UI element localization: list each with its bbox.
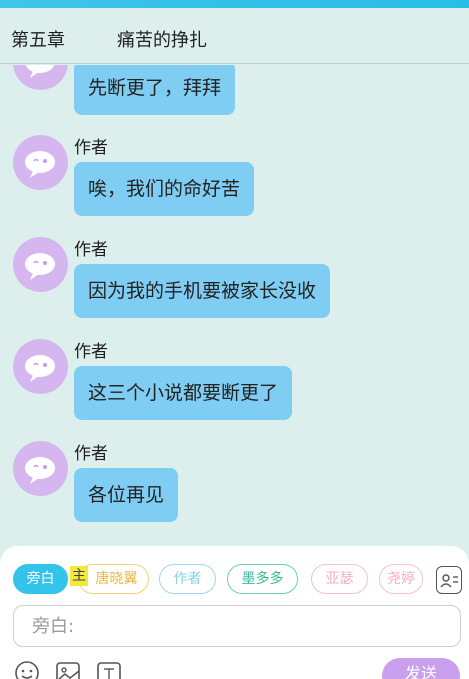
character-chip-tang[interactable]: 唐晓翼: [78, 564, 149, 594]
message-bubble[interactable]: 各位再见: [74, 468, 179, 522]
chat-bubble-avatar-icon: [25, 151, 55, 178]
author-avatar[interactable]: [13, 135, 68, 190]
author-avatar[interactable]: [13, 237, 68, 292]
emoji-button[interactable]: [14, 660, 40, 679]
message-bubble[interactable]: 因为我的手机要被家长没收: [74, 264, 331, 318]
author-avatar[interactable]: [13, 441, 68, 496]
contact-card-button[interactable]: [436, 566, 462, 594]
author-name: 作者: [74, 444, 108, 464]
author-name: 作者: [74, 342, 108, 362]
character-chip-yao[interactable]: 尧婷: [379, 564, 423, 594]
message-bubble[interactable]: 这三个小说都要断更了: [74, 366, 293, 420]
chat-bubble-avatar-icon: [25, 65, 55, 78]
character-chip-ya[interactable]: 亚瑟: [311, 564, 368, 594]
tag-button[interactable]: [96, 660, 122, 679]
chapter-title[interactable]: 痛苦的挣扎: [117, 26, 207, 52]
chat-bubble-avatar-icon: [25, 457, 55, 484]
character-chip-narration[interactable]: 旁白: [13, 564, 68, 594]
host-tag: 主: [70, 566, 88, 586]
chat-bubble-avatar-icon: [25, 253, 55, 280]
chapter-header: 第五章 痛苦的挣扎: [0, 8, 469, 64]
author-avatar[interactable]: [13, 65, 68, 90]
author-avatar[interactable]: [13, 339, 68, 394]
send-button[interactable]: 发送: [382, 658, 460, 679]
message-input[interactable]: 旁白:: [13, 605, 461, 647]
chat-bubble-avatar-icon: [25, 355, 55, 382]
message-bubble[interactable]: 先断更了，拜拜: [74, 65, 236, 115]
image-button[interactable]: [55, 660, 81, 679]
image-icon: [56, 662, 80, 679]
emoji-icon: [15, 661, 39, 679]
chapter-number: 第五章: [11, 30, 65, 51]
author-name: 作者: [74, 138, 108, 158]
author-name: 作者: [74, 240, 108, 260]
contact-card-icon: [440, 574, 458, 588]
chat-area[interactable]: 先断更了，拜拜 作者 唉，我们的命好苦 作者 因为我的手机要被家长没收 作者 这…: [0, 65, 469, 545]
top-accent-bar: [0, 0, 469, 8]
character-chip-mo[interactable]: 墨多多: [227, 564, 298, 594]
message-bubble[interactable]: 唉，我们的命好苦: [74, 162, 255, 216]
character-chip-author[interactable]: 作者: [159, 564, 216, 594]
tag-icon: [97, 662, 121, 679]
